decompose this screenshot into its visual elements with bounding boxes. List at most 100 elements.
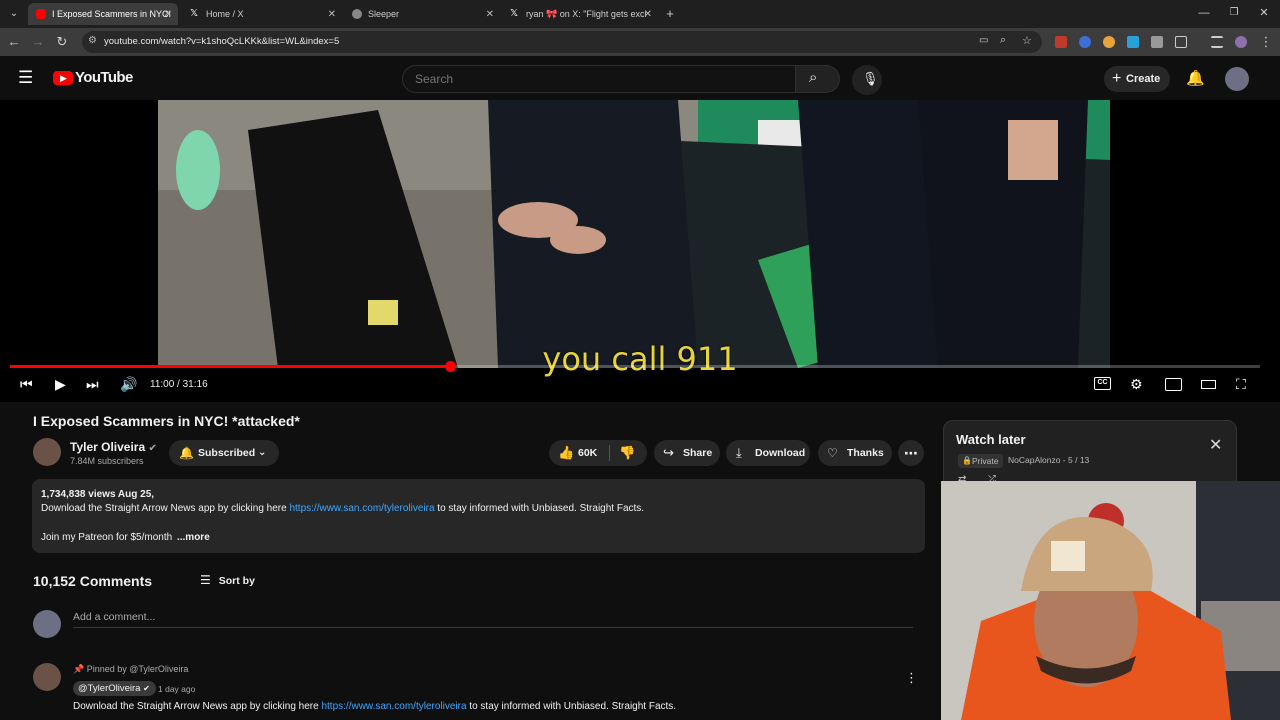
account-avatar[interactable] xyxy=(1225,67,1249,91)
restore-icon[interactable]: ❐ xyxy=(1226,5,1242,21)
youtube-header: ☰ ▶ YouTube ⌕ 🎙 + Create 🔔 xyxy=(0,56,1280,100)
channel-avatar[interactable] xyxy=(33,438,61,466)
verified-check-icon: ✔ xyxy=(143,684,150,693)
reload-icon[interactable]: ↻ xyxy=(54,34,70,50)
share-label: Share xyxy=(683,447,713,459)
sort-by-button[interactable]: ☰ Sort by xyxy=(200,573,255,587)
profile-avatar-icon[interactable] xyxy=(1235,36,1247,48)
comment-count: 10,152 Comments xyxy=(33,573,153,589)
more-actions-button[interactable]: ⋯ xyxy=(898,440,924,466)
comment-more-vert-icon[interactable]: ⋮ xyxy=(905,670,918,686)
like-thumb-icon[interactable]: 👍 xyxy=(558,440,574,466)
tab-ryan-x[interactable]: 𝕏 ryan 🎀 on X: "Flight gets excit ✕ xyxy=(502,3,658,25)
settings-gear-icon[interactable]: ⚙ xyxy=(1130,376,1143,393)
extension-icon[interactable] xyxy=(1079,36,1091,48)
video-title: I Exposed Scammers in NYC! *attacked* xyxy=(33,413,300,429)
new-tab-plus-icon[interactable]: + xyxy=(662,6,678,22)
comment-link[interactable]: https://www.san.com/tyleroliveira xyxy=(321,701,466,712)
forward-arrow-icon[interactable]: → xyxy=(30,34,46,50)
tab-search-icon[interactable] xyxy=(1211,36,1223,48)
close-icon[interactable]: ✕ xyxy=(644,9,652,20)
dislike-thumb-icon[interactable]: 👎 xyxy=(619,440,635,466)
miniplayer-icon[interactable] xyxy=(1165,378,1182,391)
playlist-title[interactable]: Watch later xyxy=(956,432,1026,447)
close-icon[interactable]: ✕ xyxy=(1209,435,1222,455)
description-text: Download the Straight Arrow News app by … xyxy=(41,503,290,514)
zoom-icon[interactable]: ⌕ xyxy=(1000,34,1006,47)
captions-icon[interactable]: CC xyxy=(1094,377,1111,390)
play-icon[interactable]: ▶ xyxy=(55,376,66,393)
x-icon: 𝕏 xyxy=(510,8,519,19)
play-triangle-icon: ▶ xyxy=(60,73,67,83)
pinned-by-text: Pinned by @TylerOliveira xyxy=(86,664,189,674)
close-icon[interactable]: ✕ xyxy=(164,9,172,20)
share-button[interactable]: ↪ Share xyxy=(654,440,720,466)
lock-icon: 🔒 xyxy=(962,456,972,465)
progress-bar[interactable] xyxy=(10,361,1260,372)
voice-search-button[interactable]: 🎙 xyxy=(852,65,882,95)
add-comment-input[interactable]: Add a comment... xyxy=(73,611,155,623)
download-icon: ⤓ xyxy=(736,445,742,460)
search-button[interactable]: ⌕ xyxy=(796,65,840,93)
more-horiz-icon: ⋯ xyxy=(904,445,918,461)
url-text: youtube.com/watch?v=k1shoQcLKKk&list=WL&… xyxy=(104,36,340,47)
tab-home-x[interactable]: 𝕏 Home / X ✕ xyxy=(182,3,342,25)
subscribed-button[interactable]: 🔔 Subscribed ⌄ xyxy=(169,440,279,466)
back-arrow-icon[interactable]: ← xyxy=(6,34,22,50)
fullscreen-icon[interactable]: ⛶ xyxy=(1236,376,1246,393)
extensions-puzzle-icon[interactable] xyxy=(1175,36,1187,48)
browser-tab-bar: ⌄ I Exposed Scammers in NYC! *a ✕ 𝕏 Home… xyxy=(0,0,1280,28)
sort-lines-icon: ☰ xyxy=(200,573,211,587)
video-frame xyxy=(158,100,1110,368)
time-display: 11:00 / 31:16 xyxy=(150,379,208,390)
bookmark-star-icon[interactable]: ☆ xyxy=(1022,34,1032,47)
extension-icon[interactable] xyxy=(1055,36,1067,48)
youtube-logo-text[interactable]: YouTube xyxy=(75,69,133,86)
bell-icon: 🔔 xyxy=(179,446,194,460)
close-icon[interactable]: ✕ xyxy=(486,9,494,20)
search-input[interactable] xyxy=(415,72,775,86)
x-icon: 𝕏 xyxy=(190,8,199,19)
video-player[interactable]: you call 911 ⏮ ▶ ⏭ 🔊 11:00 / 31:16 CC ⚙ … xyxy=(0,100,1280,402)
search-box[interactable] xyxy=(402,65,796,93)
notifications-bell-icon[interactable]: 🔔 xyxy=(1186,69,1205,87)
comment-text: Download the Straight Arrow News app by … xyxy=(73,701,676,712)
tab-title: ryan 🎀 on X: "Flight gets excit xyxy=(526,8,646,19)
cast-icon[interactable]: ▭ xyxy=(979,35,988,46)
like-count[interactable]: 60K xyxy=(578,447,597,459)
extension-icon[interactable] xyxy=(1103,36,1115,48)
comment-author-avatar[interactable] xyxy=(33,663,61,691)
comment-date[interactable]: 1 day ago xyxy=(158,684,195,694)
progress-scrubber[interactable] xyxy=(445,361,456,372)
description-link[interactable]: https://www.san.com/tyleroliveira xyxy=(289,503,434,514)
webcam-overlay xyxy=(941,481,1280,720)
description-text: Join my Patreon for $5/month xyxy=(41,532,173,543)
tab-youtube-video[interactable]: I Exposed Scammers in NYC! *a ✕ xyxy=(28,3,178,25)
hamburger-menu-icon[interactable]: ☰ xyxy=(18,68,33,88)
tab-sleeper[interactable]: Sleeper ✕ xyxy=(344,3,500,25)
tab-list-chevron-icon[interactable]: ⌄ xyxy=(6,6,22,22)
download-button[interactable]: ⤓ Download xyxy=(726,440,810,466)
next-icon[interactable]: ⏭ xyxy=(86,376,99,393)
omnibox[interactable]: ⚙ youtube.com/watch?v=k1shoQcLKKk&list=W… xyxy=(82,31,1042,53)
youtube-logo-icon[interactable]: ▶ xyxy=(53,71,73,85)
extension-icon[interactable] xyxy=(1127,36,1139,48)
comment-text-part: Download the Straight Arrow News app by … xyxy=(73,701,322,712)
minimize-icon[interactable]: — xyxy=(1196,5,1212,21)
more-vert-icon[interactable]: ⋮ xyxy=(1258,34,1274,50)
create-button[interactable]: + Create xyxy=(1104,66,1170,92)
volume-icon[interactable]: 🔊 xyxy=(120,376,137,393)
previous-icon[interactable]: ⏮ xyxy=(20,376,33,393)
window-close-icon[interactable]: ✕ xyxy=(1256,5,1272,21)
subscribed-label: Subscribed xyxy=(198,447,256,459)
theater-mode-icon[interactable] xyxy=(1201,380,1216,389)
comment-input-underline xyxy=(73,627,913,628)
site-info-icon[interactable]: ⚙ xyxy=(88,35,97,46)
channel-name[interactable]: Tyler Oliveira ✔ xyxy=(70,440,157,454)
close-icon[interactable]: ✕ xyxy=(328,9,336,20)
show-more-link[interactable]: ...more xyxy=(177,532,210,543)
comment-author-chip[interactable]: @TylerOliveira ✔ xyxy=(73,681,156,696)
description-box[interactable]: 1,734,838 views Aug 25, Download the Str… xyxy=(32,479,925,553)
extension-icon[interactable] xyxy=(1151,36,1163,48)
thanks-button[interactable]: ♡ Thanks xyxy=(818,440,892,466)
